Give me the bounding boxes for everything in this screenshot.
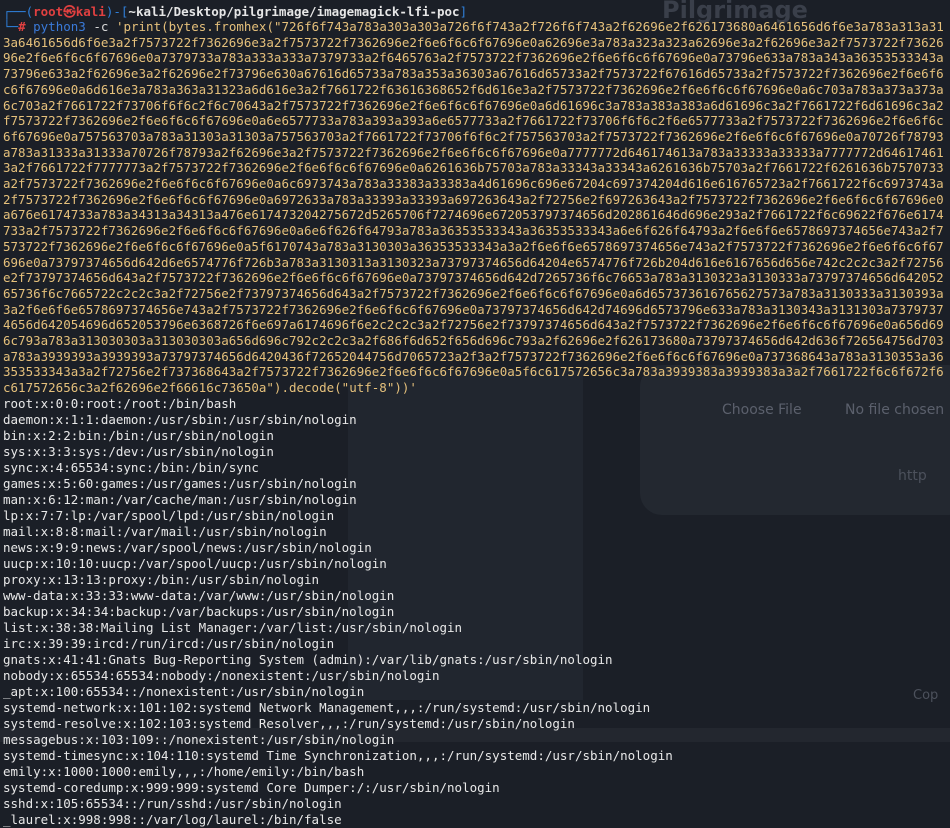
command-code-start: 'print(bytes.fromhex(": [115, 19, 282, 34]
output-line: messagebus:x:103:109::/nonexistent:/usr/…: [3, 731, 395, 747]
output-line: sshd:x:105:65534::/run/sshd:/usr/sbin/no…: [3, 795, 342, 811]
output-line: games:x:5:60:games:/usr/games:/usr/sbin/…: [3, 475, 357, 491]
output-line: systemd-resolve:x:102:103:systemd Resolv…: [3, 715, 575, 731]
command-output: root:x:0:0:root:/root:/bin/bash daemon:x:…: [3, 396, 950, 828]
output-line: man:x:6:12:man:/var/cache/man:/usr/sbin/…: [3, 491, 357, 507]
output-line: _laurel:x:998:998::/var/log/laurel:/bin/…: [3, 811, 342, 827]
prompt-hash: #: [18, 19, 26, 34]
prompt-line: ┌──(root㉿kali)-[~kali/Desktop/pilgrimage…: [3, 4, 468, 19]
output-line: systemd-coredump:x:999:999:systemd Core …: [3, 779, 500, 795]
output-line: proxy:x:13:13:proxy:/bin:/usr/sbin/nolog…: [3, 571, 320, 587]
output-line: root:x:0:0:root:/root:/bin/bash: [3, 395, 237, 411]
output-line: _apt:x:100:65534::/nonexistent:/usr/sbin…: [3, 683, 365, 699]
command-hex-payload: 726f6f743a783a303a303a726f6f743a2f726f6f…: [3, 19, 944, 396]
output-line: list:x:38:38:Mailing List Manager:/var/l…: [3, 619, 463, 635]
prompt-path: ~kali/Desktop/pilgrimage/imagemagick-lfi…: [128, 4, 460, 19]
command-name: python3: [33, 19, 86, 34]
output-line: gnats:x:41:41:Gnats Bug-Reporting System…: [3, 651, 613, 667]
output-line: sys:x:3:3:sys:/dev:/usr/sbin/nologin: [3, 443, 274, 459]
prompt-at-symbol: ㉿: [63, 4, 76, 19]
output-line: irc:x:39:39:ircd:/run/ircd:/usr/sbin/nol…: [3, 635, 335, 651]
output-line: systemd-timesync:x:104:110:systemd Time …: [3, 747, 673, 763]
output-line: news:x:9:9:news:/var/spool/news:/usr/sbi…: [3, 539, 372, 555]
command-option: -c: [93, 19, 109, 34]
output-line: uucp:x:10:10:uucp:/var/spool/uucp:/usr/s…: [3, 555, 387, 571]
prompt-user: root: [33, 4, 64, 19]
output-line: lp:x:7:7:lp:/var/spool/lpd:/usr/sbin/nol…: [3, 507, 335, 523]
output-line: www-data:x:33:33:www-data:/var/www:/usr/…: [3, 587, 395, 603]
output-line: mail:x:8:8:mail:/var/mail:/usr/sbin/nolo…: [3, 523, 327, 539]
prompt-host: kali: [75, 4, 106, 19]
terminal[interactable]: ┌──(root㉿kali)-[~kali/Desktop/pilgrimage…: [0, 0, 950, 827]
command-line[interactable]: └─# python3 -c 'print(bytes.fromhex("726…: [3, 19, 950, 396]
output-line: backup:x:34:34:backup:/var/backups:/usr/…: [3, 603, 395, 619]
output-line: sync:x:4:65534:sync:/bin:/bin/sync: [3, 459, 259, 475]
output-line: nobody:x:65534:65534:nobody:/nonexistent…: [3, 667, 440, 683]
output-line: emily:x:1000:1000:emily,,,:/home/emily:/…: [3, 763, 365, 779]
output-line: bin:x:2:2:bin:/bin:/usr/sbin/nologin: [3, 427, 274, 443]
command-code-end: ").decode("utf-8"))': [266, 380, 417, 396]
output-line: systemd-network:x:101:102:systemd Networ…: [3, 699, 651, 715]
output-line: daemon:x:1:1:daemon:/usr/sbin:/usr/sbin/…: [3, 411, 357, 427]
